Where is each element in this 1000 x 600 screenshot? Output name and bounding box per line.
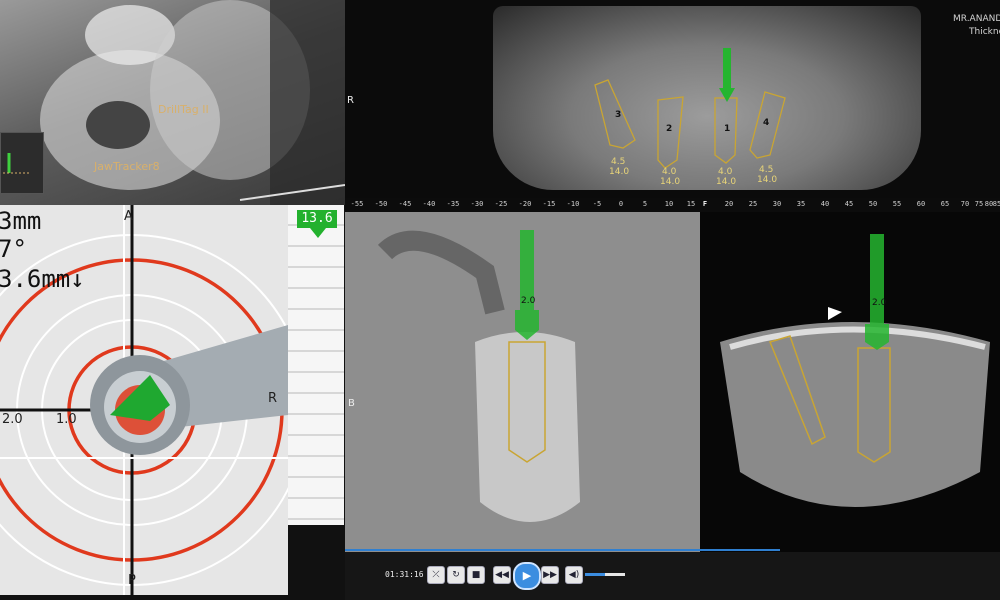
distance-ruler: -55 -50 -45 -40 -35 -30 -25 -20 -15 -10 … [345,198,1000,212]
implant-1-diameter: 4.0 [718,167,733,177]
implant-4-length: 14.0 [757,175,778,185]
ruler-tick: 85 [992,200,1000,208]
ruler-tick: 15 [686,200,696,208]
distance-readout: 3mm [0,207,42,235]
implant-1-length: 14.0 [716,177,737,187]
mute-button[interactable]: ◀) [565,566,583,584]
play-button[interactable]: ▶ [513,562,541,590]
ruler-tick: -5 [592,200,602,208]
ruler-tick: 50 [868,200,878,208]
shuffle-button[interactable]: ⤫ [427,566,445,584]
axial-view[interactable]: 2.0 [700,212,1000,552]
volume-level [585,573,605,576]
forward-icon: ▶▶ [543,570,557,580]
depth-value-badge: 13.6 [297,210,337,228]
ruler-letter: F [702,200,708,208]
drill-diameter-label: 2.0 [521,296,536,306]
implant-4-number: 4 [763,118,770,128]
repeat-icon: ↻ [452,570,460,580]
ruler-tick: 45 [844,200,854,208]
ruler-tick: -45 [398,200,412,208]
cross-section-view[interactable]: B 2.0 [345,212,700,552]
ruler-tick: -35 [446,200,460,208]
ruler-tick: -50 [374,200,388,208]
ruler-tick: 20 [724,200,734,208]
ruler-tick: -25 [494,200,508,208]
implant-1-number: 1 [724,124,731,134]
ruler-tick: 5 [642,200,648,208]
implant-3-number: 3 [615,110,622,120]
implant-2-length: 14.0 [660,177,681,187]
volume-slider[interactable] [585,573,625,576]
ruler-tick: 55 [892,200,902,208]
crosshair-icon [3,153,31,174]
cross-section-image [345,212,700,552]
ruler-tick: 65 [940,200,950,208]
drilltag-label: DrillTag II [158,103,209,116]
axis-label-posterior: P [128,573,136,588]
target-view[interactable]: 3mm 7° 3.6mm↓ A R P 2.0 1.0 [0,205,288,595]
target-rings [0,205,288,595]
playback-bar: 01:31:16 ⤫ ↻ ■ ◀◀ ▶ ▶▶ ◀) [345,549,1000,600]
jawtracker-label: JawTracker8 [94,160,160,173]
camera-feed: DrillTag II JawTracker8 [0,0,345,205]
ruler-tick: -40 [422,200,436,208]
ruler-tick: -20 [518,200,532,208]
ruler-tick: -30 [470,200,484,208]
forward-button[interactable]: ▶▶ [541,566,559,584]
implant-3-diameter: 4.5 [611,157,626,167]
implant-3-length: 14.0 [609,167,630,177]
ruler-tick: 70 [960,200,970,208]
ruler-tick: 0 [618,200,624,208]
angle-readout: 7° [0,235,27,263]
stop-button[interactable]: ■ [467,566,485,584]
depth-arrow-icon [310,228,326,238]
cross-section-side-label: B [348,398,355,409]
ruler-tick: -15 [542,200,556,208]
implant-2-diameter: 4.0 [662,167,677,177]
ruler-tick: -55 [350,200,364,208]
playback-time: 01:31:16 [385,570,424,579]
axial-image [720,234,990,507]
play-icon: ▶ [522,569,532,582]
axis-label-anterior: A [124,209,133,224]
stop-icon: ■ [471,570,481,580]
scale-label-2mm: 2.0 [2,412,23,427]
ruler-tick: 75 [974,200,984,208]
ruler-tick: 30 [772,200,782,208]
camera-inset [0,132,44,194]
depth-gauge [288,205,344,525]
panoramic-view[interactable]: R MR.ANAND Thickne 3 2 1 4 4.5 14.0 4.0 … [345,0,1000,200]
rewind-icon: ◀◀ [495,570,509,580]
ruler-tick: 60 [916,200,926,208]
rewind-button[interactable]: ◀◀ [493,566,511,584]
playback-progress-line[interactable] [345,549,780,551]
ruler-tick: -10 [566,200,580,208]
shuffle-icon: ⤫ [432,570,440,580]
repeat-button[interactable]: ↻ [447,566,465,584]
scale-label-1mm: 1.0 [56,412,77,427]
ruler-tick: 25 [748,200,758,208]
implant-4-diameter: 4.5 [759,165,774,175]
depth-readout: 3.6mm↓ [0,265,85,293]
ruler-tick: 10 [664,200,674,208]
implant-2-number: 2 [666,124,673,134]
axial-drill-label: 2.0 [872,298,887,308]
speaker-icon: ◀) [568,570,580,580]
ruler-tick: 40 [820,200,830,208]
ruler-tick: 35 [796,200,806,208]
axis-label-right: R [268,391,278,406]
